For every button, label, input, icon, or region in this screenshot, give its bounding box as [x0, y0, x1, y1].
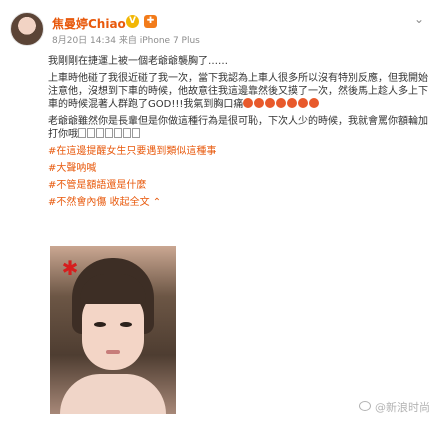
anger-symbol-icon: ✱ [61, 256, 79, 280]
placeholder-glyphs [78, 128, 141, 140]
topic-tag[interactable]: #不管是額語還是什麼 [48, 179, 430, 192]
weibo-watermark: @新浪时尚 [359, 399, 430, 415]
topic-tag[interactable]: #在這邊提醒女生只要遇到類似這種事 [48, 145, 430, 158]
angry-emoji-icon [243, 98, 320, 110]
post-meta: 8月20日 14:34 来自 iPhone 7 Plus [52, 36, 200, 46]
post-footer-line: #不然會內傷 收起全文 ⌃ [48, 196, 430, 209]
chevron-down-icon[interactable]: ⌄ [414, 12, 428, 26]
topic-tag[interactable]: #不然會內傷 [48, 197, 106, 208]
follow-icon[interactable]: ✚ [144, 15, 157, 28]
post-paragraph: 老爺爺雖然你是長輩但是你做這種行為是很可恥，下次人少的時候，我就會罵你額輪加打你… [48, 115, 430, 141]
mouth-shape [106, 350, 120, 354]
post-image[interactable]: ✱ [50, 246, 176, 414]
eye-left [94, 322, 106, 327]
post-content: 我剛剛在捷運上被一個老爺爺襲胸了…… 上車時他碰了我很近碰了我一次，當下我認為上… [48, 55, 430, 213]
post-paragraph-text: 上車時他碰了我很近碰了我一次，當下我認為上車人很多所以沒有特別反應，但我開始注意… [48, 73, 428, 110]
shoulder-shape [60, 374, 166, 414]
collapse-arrow-icon[interactable]: ⌃ [153, 197, 161, 208]
avatar[interactable] [10, 12, 44, 46]
username[interactable]: 焦曼婷Chiao [52, 15, 126, 32]
post-paragraph: 我剛剛在捷運上被一個老爺爺襲胸了…… [48, 56, 228, 67]
bangs-shape [80, 274, 146, 304]
verified-badge-icon: V [126, 15, 139, 28]
post-header: 焦曼婷Chiao V ✚ 8月20日 14:34 来自 iPhone 7 Plu… [10, 6, 430, 52]
watermark-text: @新浪时尚 [375, 401, 430, 414]
collapse-button[interactable]: 收起全文 [110, 197, 150, 208]
weibo-icon [359, 401, 371, 411]
post-paragraph: 上車時他碰了我很近碰了我一次，當下我認為上車人很多所以沒有特別反應，但我開始注意… [48, 72, 430, 111]
topic-tag[interactable]: #大聲呐喊 [48, 162, 430, 175]
eye-right [120, 322, 132, 327]
